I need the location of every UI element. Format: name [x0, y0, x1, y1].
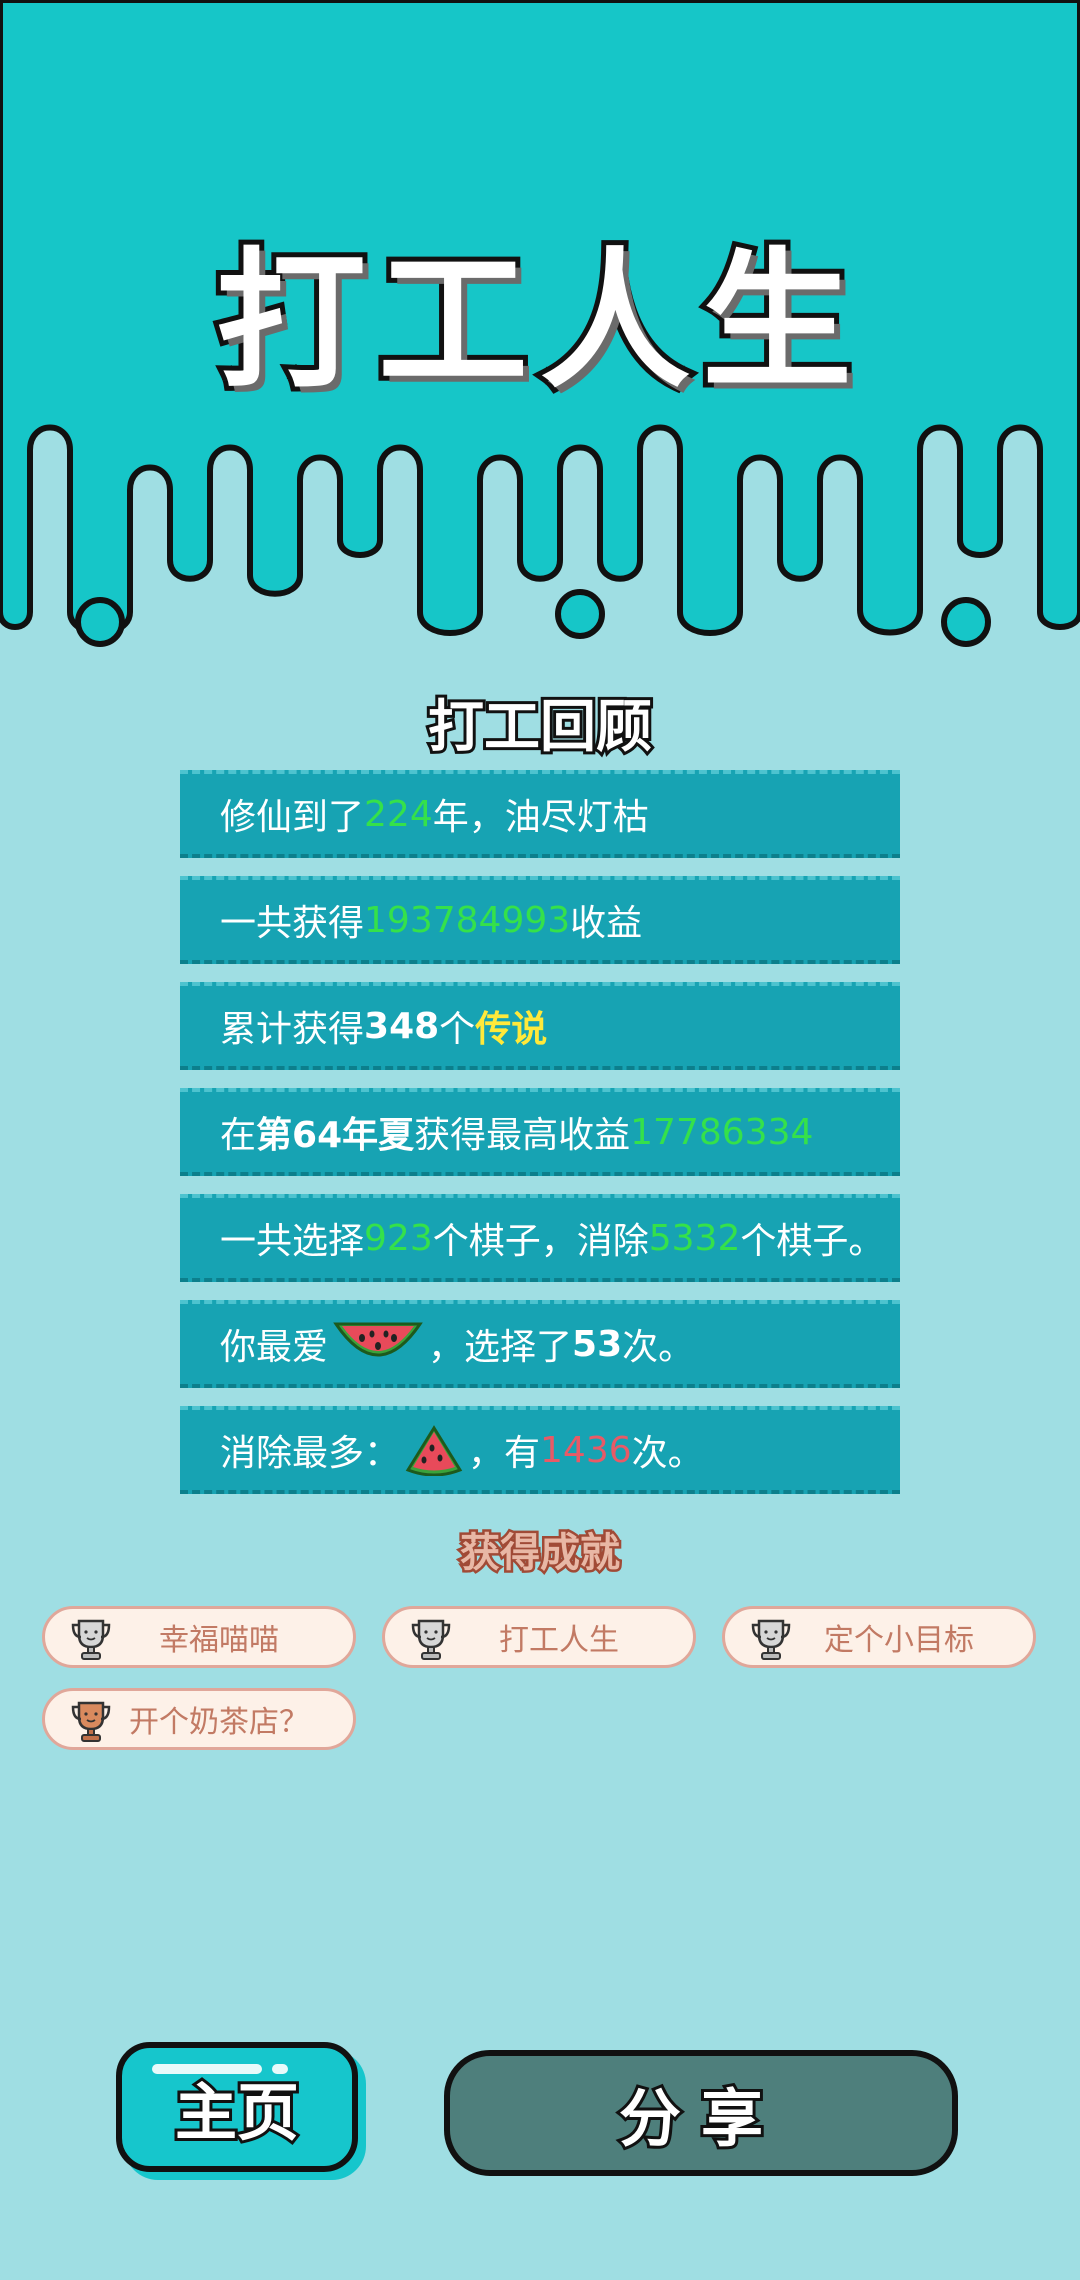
- achievement-badge[interactable]: 定个小目标: [722, 1606, 1036, 1668]
- review-row-pieces: 一共选择 923 个棋子，消除 5332 个棋子。: [180, 1194, 900, 1282]
- achievement-label: 打工人生: [499, 1623, 619, 1658]
- review-row-income: 一共获得 193784993 收益: [180, 876, 900, 964]
- achievement-badge[interactable]: 打工人生: [382, 1606, 696, 1668]
- achievement-badge[interactable]: 幸福喵喵: [42, 1606, 356, 1668]
- watermelon-wedge-icon: [405, 1425, 463, 1476]
- achievement-label: 幸福喵喵: [159, 1623, 279, 1658]
- value-total-income: 193784993: [364, 899, 571, 941]
- home-button[interactable]: 主页: [116, 2042, 358, 2172]
- review-row-most-cleared: 消除最多： ，有 1436 次。: [180, 1406, 900, 1494]
- review-title: 打工回顾: [425, 692, 655, 763]
- button-shine: [272, 2064, 288, 2074]
- value-most-cleared-count: 1436: [540, 1429, 632, 1471]
- value-favorite-count: 53: [572, 1323, 623, 1365]
- review-row-legend: 累计获得 348 个传说: [180, 982, 900, 1070]
- share-button[interactable]: 分享: [444, 2050, 958, 2176]
- value-years: 224: [364, 793, 433, 835]
- trophy-silver-icon: [751, 1619, 791, 1660]
- value-selected-pieces: 923: [364, 1217, 433, 1259]
- game-title: 打工人生: [211, 230, 864, 414]
- home-button-label: 主页: [172, 2073, 302, 2152]
- watermelon-slice-icon: [333, 1322, 423, 1357]
- value-best-income: 17786334: [630, 1111, 814, 1153]
- review-list: 修仙到了 224 年，油尽灯枯 一共获得 193784993 收益 累计获得 348 个传说…: [180, 770, 900, 1512]
- achievements-title: 获得成就: [458, 1528, 623, 1579]
- value-legend-count: 348: [364, 1005, 440, 1047]
- trophy-silver-icon: [411, 1619, 451, 1660]
- button-shine: [152, 2064, 262, 2074]
- review-row-age: 修仙到了 224 年，油尽灯枯: [180, 770, 900, 858]
- value-cleared-pieces: 5332: [648, 1217, 741, 1259]
- share-button-label: 分享: [616, 2079, 783, 2158]
- review-row-favorite: 你最爱 ，选择了 53 次。: [180, 1300, 900, 1388]
- achievement-label: 开个奶茶店？: [129, 1705, 309, 1740]
- achievement-badge[interactable]: 开个奶茶店？: [42, 1688, 356, 1750]
- value-best-season: 第64年夏: [256, 1115, 415, 1156]
- achievement-label: 定个小目标: [824, 1623, 974, 1658]
- review-row-best-income: 在 第64年夏 获得最高收益 17786334: [180, 1088, 900, 1176]
- trophy-bronze-icon: [71, 1701, 111, 1742]
- legend-label: 传说: [475, 1009, 548, 1050]
- trophy-silver-icon: [71, 1619, 111, 1660]
